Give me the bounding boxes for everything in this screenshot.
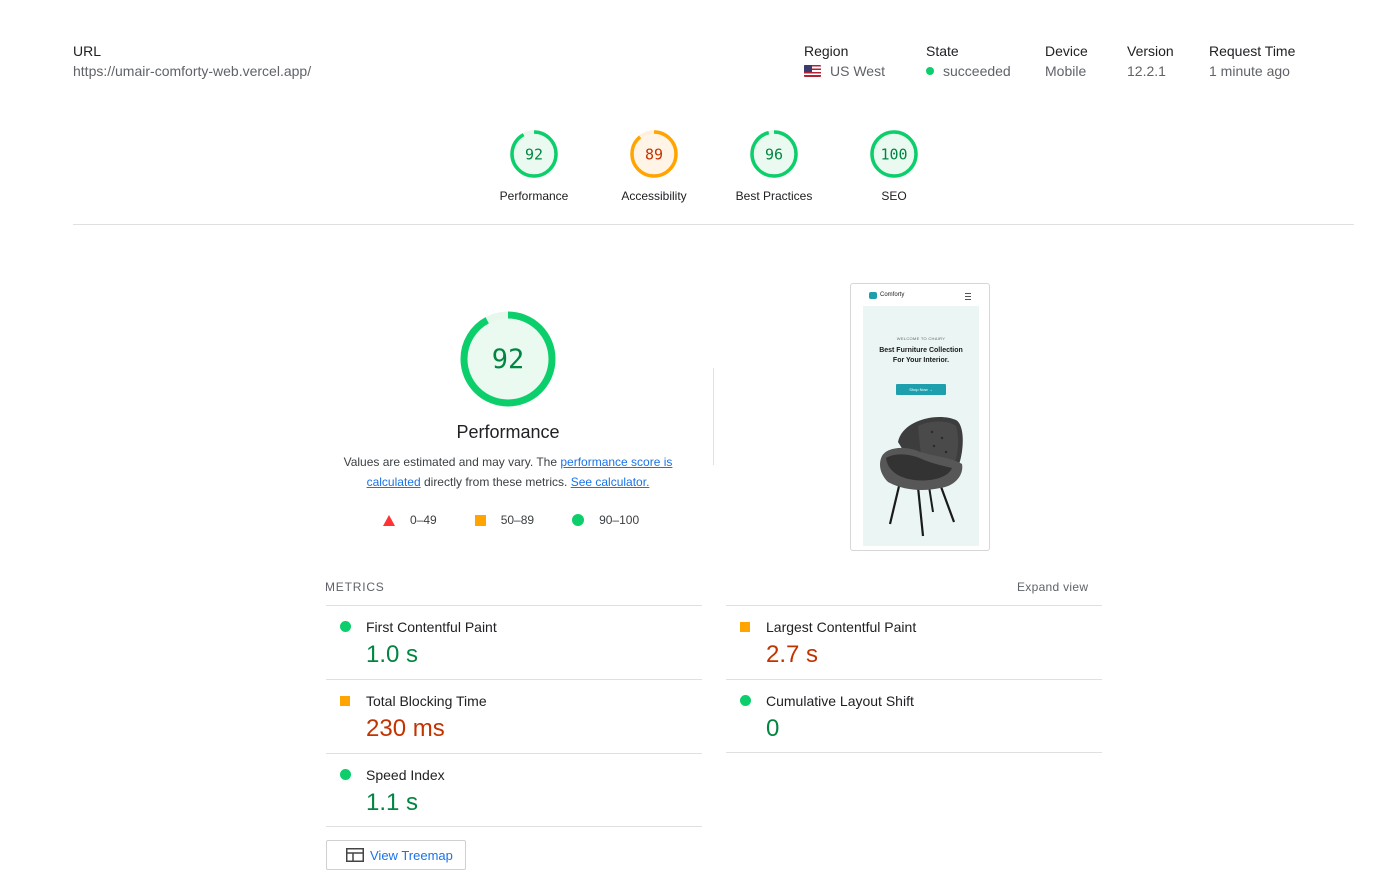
url-block: URL https://umair-comforty-web.vercel.ap… bbox=[73, 43, 311, 79]
gauge-label: Accessibility bbox=[621, 189, 687, 203]
performance-score-large: 92 bbox=[492, 344, 525, 375]
metric-speed-index: Speed Index 1.1 s bbox=[326, 753, 702, 827]
request-time-label: Request Time bbox=[1209, 43, 1296, 59]
legend-fail-label: 0–49 bbox=[410, 513, 437, 527]
performance-title: Performance bbox=[456, 422, 560, 442]
gauge-score: 89 bbox=[645, 146, 663, 164]
metric-name: Cumulative Layout Shift bbox=[766, 693, 914, 709]
performance-gauge-large: 92 bbox=[458, 309, 558, 409]
performance-description: Values are estimated and may vary. The p… bbox=[338, 452, 678, 492]
score-legend: 0–49 50–89 90–100 bbox=[383, 513, 677, 527]
desc-text-1: Values are estimated and may vary. The bbox=[343, 455, 561, 469]
state-value: succeeded bbox=[943, 63, 1011, 79]
gauge-best-practices[interactable]: 96 Best Practices bbox=[714, 129, 834, 203]
chair-logo-icon bbox=[869, 292, 877, 299]
gauge-label: Performance bbox=[499, 189, 569, 203]
device-label: Device bbox=[1045, 43, 1088, 59]
legend-fail: 0–49 bbox=[383, 513, 437, 527]
view-treemap-button[interactable]: View Treemap bbox=[326, 840, 466, 870]
metric-cumulative-layout-shift: Cumulative Layout Shift 0 bbox=[726, 679, 1102, 753]
metric-value: 230 ms bbox=[366, 715, 445, 742]
version-block: Version 12.2.1 bbox=[1127, 43, 1174, 79]
state-value-row: succeeded bbox=[926, 63, 1011, 79]
version-label: Version bbox=[1127, 43, 1174, 59]
screenshot-welcome: WELCOME TO CHAIRY bbox=[896, 336, 946, 341]
performance-gauge-svg: 92 bbox=[460, 311, 556, 407]
gauge-ring: 100 bbox=[870, 130, 918, 178]
region-label: Region bbox=[804, 43, 849, 59]
average-square-icon bbox=[474, 514, 486, 526]
gauge-ring: 89 bbox=[630, 130, 678, 178]
gauge-label: Best Practices bbox=[735, 189, 813, 203]
us-flag-icon bbox=[804, 65, 821, 77]
section-divider bbox=[73, 224, 1354, 225]
state-label: State bbox=[926, 43, 959, 59]
metric-name: Total Blocking Time bbox=[366, 693, 487, 709]
legend-pass: 90–100 bbox=[572, 513, 639, 527]
screenshot-headline: Best Furniture Collection For Your Inter… bbox=[879, 347, 963, 364]
state-block: State succeeded bbox=[926, 43, 1011, 79]
url-label: URL bbox=[73, 43, 102, 59]
hamburger-menu-icon bbox=[965, 293, 971, 300]
screenshot-shop-button: Shop Now → bbox=[896, 384, 946, 395]
expand-view-toggle[interactable]: Expand view bbox=[1017, 580, 1088, 594]
metric-value: 1.0 s bbox=[366, 641, 419, 668]
legend-average-label: 50–89 bbox=[500, 513, 535, 527]
metric-name: Largest Contentful Paint bbox=[766, 619, 917, 635]
gauge-score: 100 bbox=[880, 146, 907, 164]
device-block: Device Mobile bbox=[1045, 43, 1088, 79]
status-dot-icon bbox=[926, 67, 934, 75]
gauge-ring: 96 bbox=[750, 130, 798, 178]
pass-circle-icon bbox=[340, 769, 351, 780]
version-value: 12.2.1 bbox=[1127, 63, 1166, 79]
metrics-bottom-border-left bbox=[326, 826, 702, 827]
request-time-block: Request Time 1 minute ago bbox=[1209, 43, 1295, 79]
request-time-value: 1 minute ago bbox=[1209, 63, 1290, 79]
region-value: US West bbox=[830, 63, 885, 79]
desc-text-2: directly from these metrics. bbox=[420, 475, 571, 489]
pass-circle-icon bbox=[340, 621, 351, 632]
gauge-seo[interactable]: 100 SEO bbox=[834, 129, 954, 203]
metric-name: Speed Index bbox=[366, 767, 445, 783]
vertical-separator bbox=[713, 368, 714, 465]
pass-circle-icon bbox=[572, 514, 585, 526]
average-square-icon bbox=[740, 622, 750, 632]
metric-first-contentful-paint: First Contentful Paint 1.0 s bbox=[326, 605, 702, 679]
pass-circle-icon bbox=[740, 695, 751, 706]
metric-total-blocking-time: Total Blocking Time 230 ms bbox=[326, 679, 702, 753]
metric-value: 0 bbox=[766, 715, 780, 742]
screenshot-hero: WELCOME TO CHAIRY Best Furniture Collect… bbox=[863, 306, 979, 546]
screenshot-brand: Comforty bbox=[880, 292, 905, 298]
region-value-row: US West bbox=[804, 63, 885, 79]
legend-average: 50–89 bbox=[474, 513, 535, 527]
gauge-score: 96 bbox=[765, 146, 783, 164]
final-screenshot[interactable]: Comforty WELCOME TO CHAIRY Best Furnitur… bbox=[850, 283, 990, 551]
url-value[interactable]: https://umair-comforty-web.vercel.app/ bbox=[73, 63, 311, 79]
chair-image bbox=[880, 416, 963, 537]
metric-value: 1.1 s bbox=[366, 789, 419, 816]
gauge-performance[interactable]: 92 Performance bbox=[474, 129, 594, 203]
screenshot-navbar: Comforty bbox=[851, 284, 989, 306]
metrics-bottom-border-right bbox=[726, 752, 1102, 753]
metric-name: First Contentful Paint bbox=[366, 619, 497, 635]
region-block: Region US West bbox=[804, 43, 885, 79]
gauge-accessibility[interactable]: 89 Accessibility bbox=[594, 129, 714, 203]
treemap-icon bbox=[346, 848, 364, 862]
view-treemap-label: View Treemap bbox=[370, 847, 453, 863]
fail-triangle-icon bbox=[383, 514, 395, 526]
metric-largest-contentful-paint: Largest Contentful Paint 2.7 s bbox=[726, 605, 1102, 679]
device-value: Mobile bbox=[1045, 63, 1087, 79]
gauge-label: SEO bbox=[881, 189, 907, 203]
metric-value: 2.7 s bbox=[766, 641, 819, 668]
average-square-icon bbox=[340, 696, 350, 706]
legend-pass-label: 90–100 bbox=[599, 513, 640, 527]
gauge-score: 92 bbox=[525, 146, 543, 164]
gauge-ring: 92 bbox=[510, 130, 558, 178]
metrics-header: METRICS bbox=[325, 580, 385, 594]
see-calculator-link[interactable]: See calculator. bbox=[571, 475, 650, 489]
